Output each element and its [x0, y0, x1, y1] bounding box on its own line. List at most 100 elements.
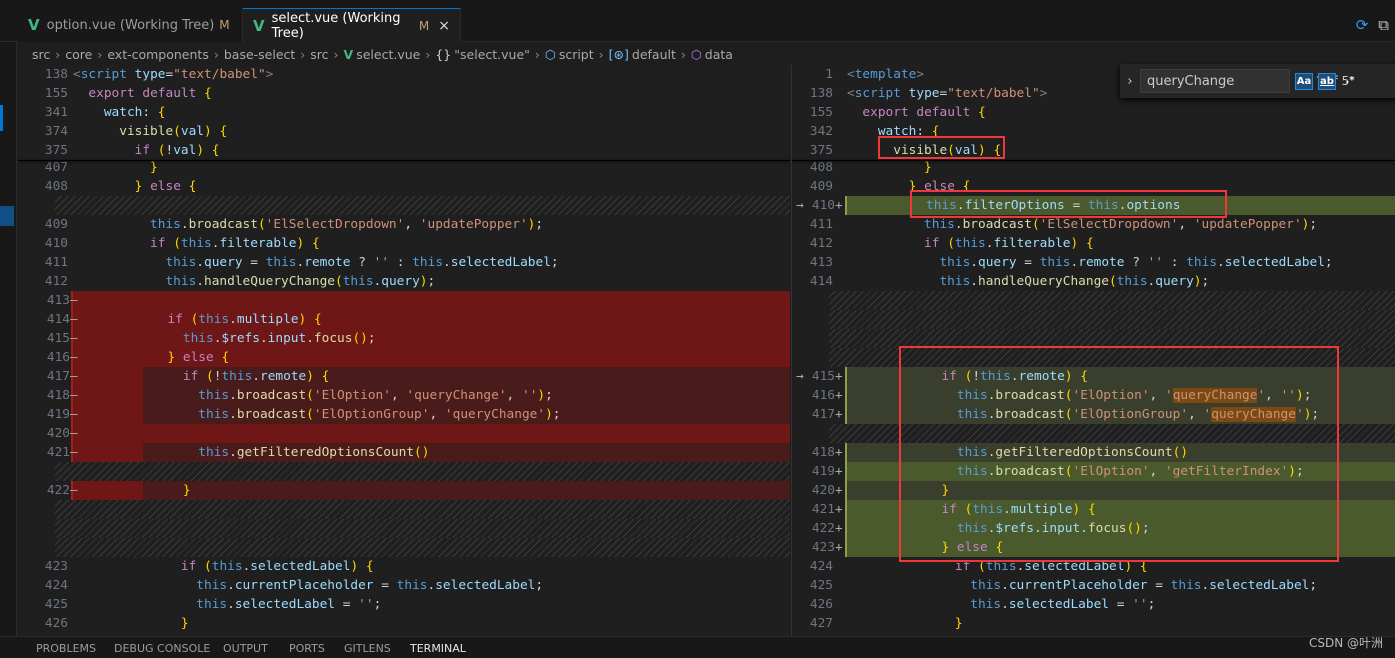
code-line: 375 visible(val) {	[792, 141, 1395, 160]
panel-tab-output[interactable]: OUTPUT	[223, 642, 268, 655]
code-token: ;	[1295, 464, 1304, 479]
panel-tab-ports[interactable]: PORTS	[289, 642, 325, 655]
code-token: !	[972, 369, 981, 384]
code-token: val	[180, 124, 205, 139]
code-token: this	[956, 445, 988, 460]
activity-bar	[0, 42, 17, 636]
code-token: }	[954, 616, 963, 631]
diff-modified-pane[interactable]: 408 } 409 } else {→ 410 + this.filterOption…	[791, 65, 1395, 636]
panel-tab-debug-console[interactable]: DEBUG CONSOLE	[114, 642, 210, 655]
code-text: if (this.multiple) {	[75, 310, 321, 329]
panel-tab-gitlens[interactable]: GITLENS	[344, 642, 391, 655]
tab-select-vue[interactable]: V select.vue (Working Tree) M ×	[243, 8, 461, 42]
breadcrumb-item[interactable]: src	[32, 47, 50, 62]
code-token: .	[229, 388, 237, 403]
code-text: if (!this.remote) {	[75, 367, 330, 386]
code-token: visible	[893, 143, 948, 158]
code-token: 'updatePopper'	[1193, 217, 1302, 232]
line-number: 420	[811, 483, 835, 498]
line-number: 418	[46, 388, 70, 403]
panel-tab-terminal[interactable]: TERMINAL	[410, 642, 466, 655]
breadcrumb-item[interactable]: default	[632, 47, 676, 62]
panel-tab-bar: PROBLEMS DEBUG CONSOLE OUTPUT PORTS GITL…	[0, 636, 1395, 658]
chevron-right-icon[interactable]: ›	[1120, 74, 1140, 89]
code-text: this.broadcast('ElOption', 'getFilterInd…	[849, 462, 1304, 481]
close-icon[interactable]: ×	[438, 18, 450, 34]
code-token: this	[970, 578, 1002, 593]
chevron-right-icon: ›	[680, 46, 686, 62]
code-text: visible(val) {	[847, 141, 1001, 160]
breadcrumb: src › core › ext-components › base-select › src ›…	[32, 45, 733, 63]
regex-button[interactable]: .*	[1341, 73, 1359, 90]
line-number: 374	[44, 124, 68, 139]
code-token: 'ElOptionGroup'	[313, 407, 430, 422]
code-token: 'ElOptionGroup'	[1072, 407, 1189, 422]
breadcrumb-item[interactable]: select.vue	[356, 47, 420, 62]
code-token: this	[198, 445, 230, 460]
line-number: 421	[811, 502, 835, 517]
code-token: 'ElOption'	[1072, 464, 1150, 479]
code-token: queryChange	[1211, 407, 1296, 422]
line-number: 425	[44, 597, 68, 612]
code-line: 412 if (this.filterable) {	[792, 234, 1395, 253]
code-token: else	[150, 179, 181, 194]
find-input[interactable]: queryChange Aa ab .*	[1140, 69, 1355, 93]
breadcrumb-item[interactable]: ext-components	[107, 47, 209, 62]
code-text: this.broadcast('ElOption', 'queryChange'…	[75, 386, 553, 405]
code-token: .	[954, 217, 963, 232]
code-token: this	[211, 559, 243, 574]
code-text: this.broadcast('ElOption', 'queryChange'…	[849, 386, 1311, 405]
code-token: )	[296, 236, 305, 251]
line-number: 375	[809, 143, 833, 158]
code-token: selectedLabel	[1024, 559, 1125, 574]
code-token: (	[334, 274, 343, 289]
code-token: this	[196, 597, 228, 612]
vue-icon: V	[253, 16, 265, 35]
diff-original-pane[interactable]: 407 } 408 } else {409 this.broadcast('ElS…	[18, 65, 790, 636]
code-token: handleQueryChange	[978, 274, 1109, 289]
code-token: {	[188, 179, 197, 194]
code-token: focus	[313, 331, 353, 346]
line-number: 422	[46, 483, 70, 498]
code-token: if	[180, 559, 197, 574]
code-token: }	[150, 160, 158, 175]
code-token: {	[365, 559, 374, 574]
code-line: 408 } else {	[18, 177, 790, 196]
code-token: {	[1085, 236, 1094, 251]
code-token: {	[1080, 369, 1088, 384]
breadcrumb-item[interactable]: src	[310, 47, 328, 62]
match-case-button[interactable]: Aa	[1295, 73, 1313, 90]
code-token: }	[941, 540, 950, 555]
breadcrumb-item[interactable]: core	[65, 47, 92, 62]
added-marker: +	[835, 407, 843, 422]
code-token: filterable	[993, 236, 1071, 251]
tab-option-vue[interactable]: V option.vue (Working Tree) M	[18, 8, 243, 42]
panel-tab-problems[interactable]: PROBLEMS	[36, 642, 96, 655]
code-token: this	[939, 255, 971, 270]
code-token: =	[381, 578, 389, 593]
code-token: ;	[552, 407, 561, 422]
added-marker: +	[835, 502, 843, 517]
line-number: 375	[44, 143, 68, 158]
breadcrumb-item[interactable]: "select.vue"	[454, 47, 530, 62]
code-token: )	[306, 369, 314, 384]
code-token: input	[1041, 521, 1081, 536]
line-number: 1	[825, 67, 833, 82]
breadcrumb-item[interactable]: data	[705, 47, 733, 62]
code-token: {	[311, 236, 320, 251]
added-marker: +	[835, 464, 843, 479]
code-token: }	[908, 179, 917, 194]
sync-changes-icon[interactable]: ⟳	[1356, 16, 1369, 34]
whole-word-button[interactable]: ab	[1318, 73, 1336, 90]
code-token: >	[1039, 86, 1048, 101]
code-token: this	[198, 407, 230, 422]
breadcrumb-item[interactable]: base-select	[224, 47, 295, 62]
open-file-icon[interactable]: ⧉	[1378, 16, 1389, 34]
code-token: "text/babel"	[173, 67, 266, 82]
breadcrumb-item[interactable]: script	[559, 47, 594, 62]
code-token: )	[350, 559, 359, 574]
code-line: 155 export default {	[18, 84, 790, 103]
code-token: )	[1070, 236, 1079, 251]
code-token: ;	[367, 331, 376, 346]
line-number: 415	[811, 369, 835, 384]
